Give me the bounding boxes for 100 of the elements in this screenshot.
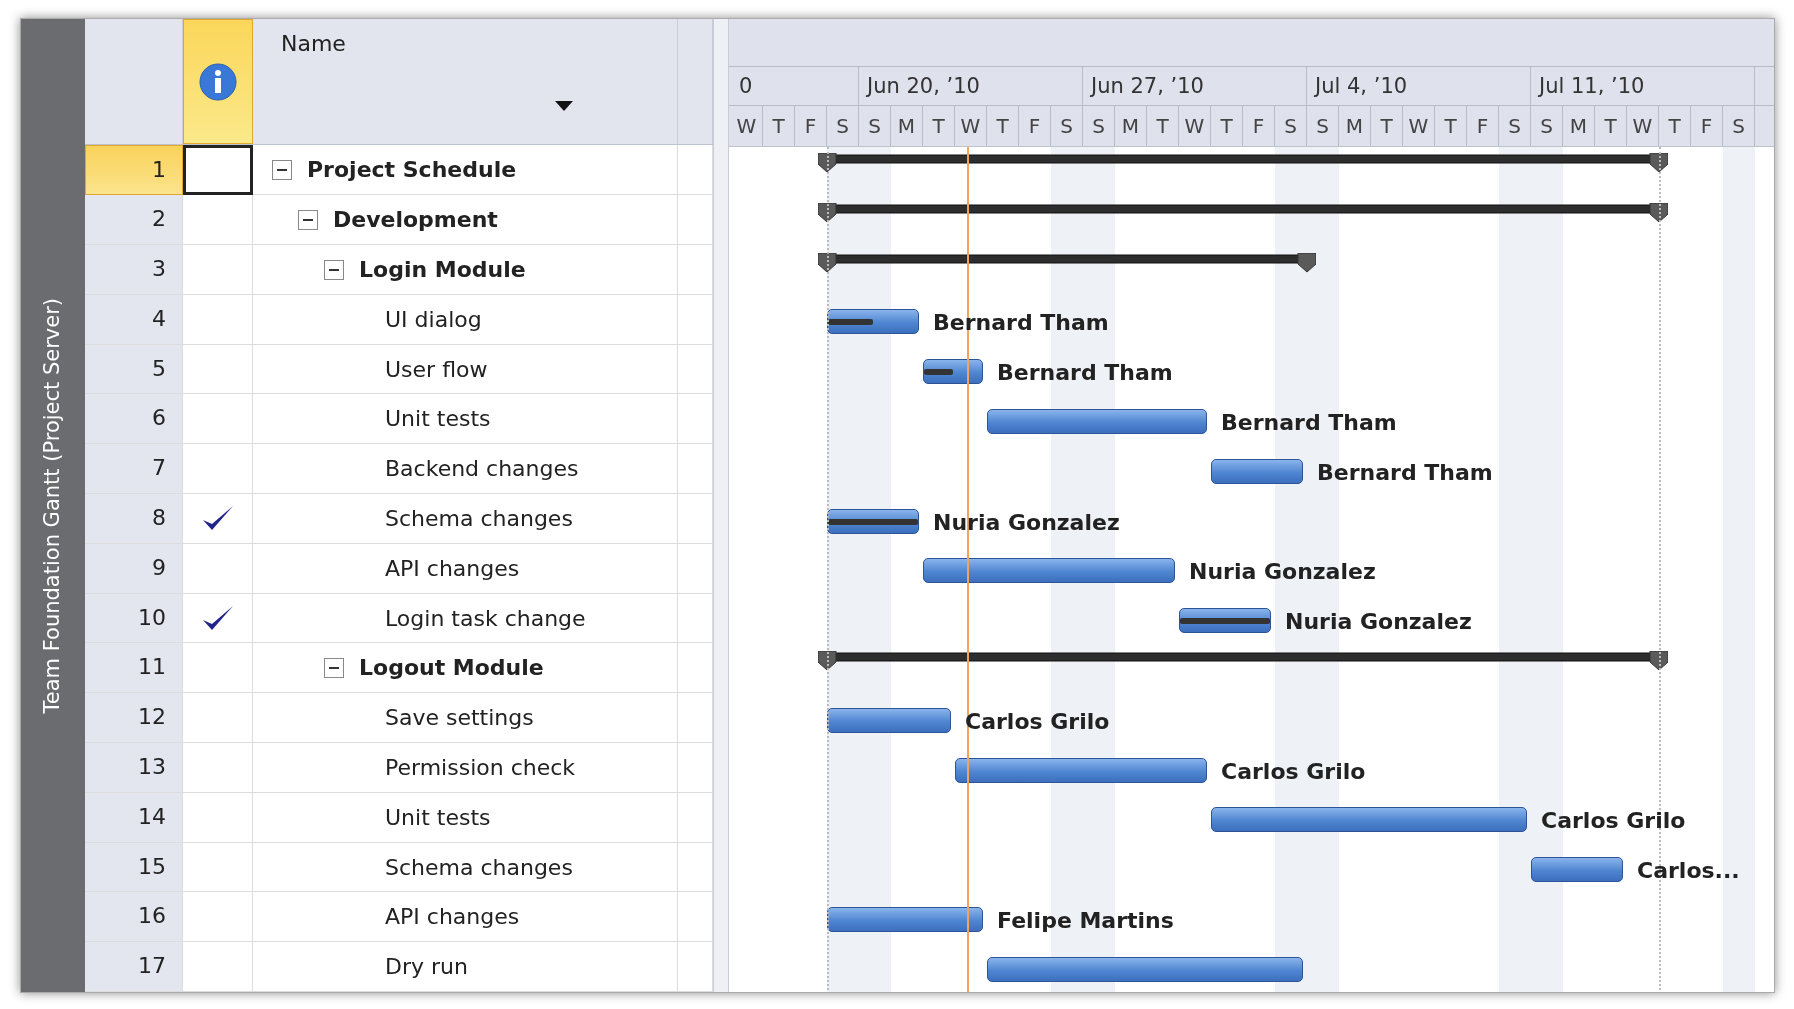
task-bar[interactable]: [827, 309, 919, 335]
row-number[interactable]: 8: [85, 494, 183, 544]
collapse-icon[interactable]: [324, 658, 344, 679]
collapse-icon[interactable]: [272, 160, 292, 181]
day-label: T: [763, 106, 795, 146]
summary-bar[interactable]: [818, 202, 1668, 223]
task-bar[interactable]: [1531, 857, 1623, 883]
day-label: T: [1211, 106, 1243, 146]
row-number[interactable]: 3: [85, 245, 183, 295]
row-number[interactable]: 13: [85, 743, 183, 793]
task-name: Login Module: [359, 255, 526, 284]
row-number[interactable]: 17: [85, 942, 183, 992]
summary-bar[interactable]: [818, 650, 1668, 671]
week-label: 0: [731, 67, 859, 105]
week-label: Jul 11, ’10: [1531, 67, 1755, 105]
collapse-icon[interactable]: [298, 210, 318, 231]
day-label: M: [1115, 106, 1147, 146]
row-number[interactable]: 5: [85, 344, 183, 395]
resource-label: Bernard Tham: [1317, 458, 1493, 487]
day-label: S: [1051, 106, 1083, 146]
task-name: Save settings: [385, 704, 534, 733]
task-name: API changes: [385, 554, 520, 583]
day-label: S: [1275, 106, 1307, 146]
task-bar[interactable]: [1179, 608, 1271, 634]
day-label: T: [1435, 106, 1467, 146]
task-bar[interactable]: [955, 757, 1207, 783]
task-name: API changes: [385, 903, 520, 932]
info-icon: [198, 61, 238, 102]
task-name: Login task change: [385, 604, 586, 633]
task-bar[interactable]: [1211, 807, 1527, 833]
task-bar[interactable]: [827, 906, 983, 932]
week-label: Jun 20, ’10: [859, 67, 1083, 105]
row-number[interactable]: 16: [85, 892, 183, 943]
day-label: S: [1499, 106, 1531, 146]
task-name: Schema changes: [385, 853, 573, 882]
day-label: F: [1243, 106, 1275, 146]
row-number[interactable]: 6: [85, 394, 183, 445]
resource-label: Felipe Martins: [997, 906, 1174, 935]
dropdown-caret-icon[interactable]: [555, 101, 573, 111]
task-name: Permission check: [385, 753, 576, 782]
day-label: F: [1019, 106, 1051, 146]
day-label: W: [1627, 106, 1659, 146]
task-name: User flow: [385, 355, 488, 384]
row-number[interactable]: 4: [85, 294, 183, 345]
task-bar[interactable]: [987, 956, 1303, 982]
day-label: T: [1147, 106, 1179, 146]
task-bar[interactable]: [923, 359, 983, 385]
day-label: S: [1531, 106, 1563, 146]
resource-label: Nuria Gonzalez: [1285, 608, 1472, 637]
day-label: W: [1403, 106, 1435, 146]
indicators-header[interactable]: [183, 19, 253, 145]
row-number[interactable]: 14: [85, 792, 183, 843]
row-number[interactable]: 11: [85, 643, 183, 694]
day-label: T: [987, 106, 1019, 146]
task-name: Project Schedule: [307, 156, 517, 185]
day-label: S: [1083, 106, 1115, 146]
day-label: S: [1723, 106, 1755, 146]
day-label: T: [1595, 106, 1627, 146]
collapse-icon[interactable]: [324, 259, 344, 280]
task-name: Unit tests: [385, 803, 491, 832]
row-number[interactable]: 7: [85, 444, 183, 495]
day-label: F: [1691, 106, 1723, 146]
day-label: W: [1179, 106, 1211, 146]
task-name: Logout Module: [359, 654, 544, 683]
resource-label: Carlos Grilo: [1221, 757, 1366, 786]
resource-label: Carlos Grilo: [1541, 807, 1686, 836]
view-label: Team Foundation Gantt (Project Server): [39, 297, 66, 714]
resource-label: Carlos...: [1637, 857, 1740, 886]
task-bar[interactable]: [923, 558, 1175, 584]
row-number[interactable]: 12: [85, 693, 183, 743]
day-label: M: [1339, 106, 1371, 146]
column-title: Name: [281, 30, 346, 58]
task-bar[interactable]: [1211, 458, 1303, 484]
row-number[interactable]: 15: [85, 842, 183, 893]
resource-label: Bernard Tham: [997, 359, 1173, 388]
day-label: T: [923, 106, 955, 146]
resource-label: Bernard Tham: [1221, 409, 1397, 437]
checkmark-icon: [200, 604, 235, 632]
row-number[interactable]: 2: [85, 195, 183, 246]
row-number[interactable]: 9: [85, 543, 183, 594]
day-label: F: [1467, 106, 1499, 146]
day-label: S: [1307, 106, 1339, 146]
day-label: M: [1563, 106, 1595, 146]
task-name: UI dialog: [385, 305, 482, 334]
day-label: F: [795, 106, 827, 146]
row-number[interactable]: 1: [85, 145, 183, 196]
day-label: S: [859, 106, 891, 146]
task-name: Schema changes: [385, 504, 573, 533]
summary-bar[interactable]: [818, 252, 1316, 273]
task-name: Unit tests: [385, 405, 491, 434]
resource-label: Nuria Gonzalez: [1189, 558, 1376, 587]
day-label: T: [1659, 106, 1691, 146]
task-name: Dry run: [385, 953, 468, 982]
row-number[interactable]: 10: [85, 593, 183, 644]
task-name: Backend changes: [385, 455, 579, 484]
summary-bar[interactable]: [818, 153, 1668, 173]
day-label: W: [955, 106, 987, 146]
day-label: M: [891, 106, 923, 146]
task-bar[interactable]: [827, 707, 951, 733]
task-bar[interactable]: [827, 508, 919, 534]
